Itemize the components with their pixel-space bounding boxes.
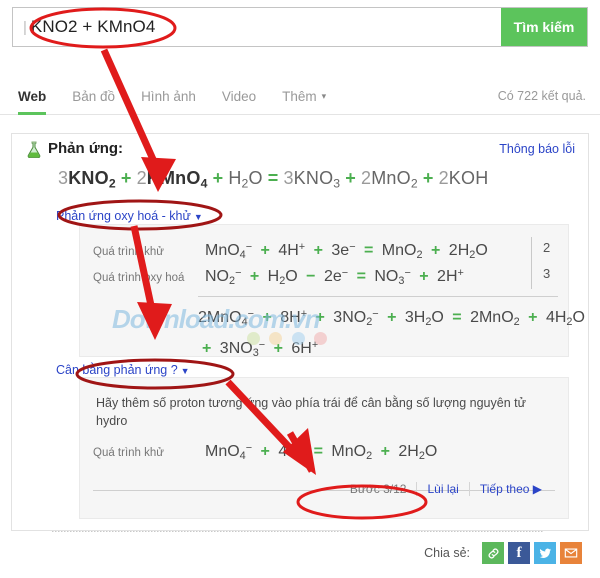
multiplier-oxidation: 3 [543, 266, 551, 281]
back-button[interactable]: Lùi lại [417, 482, 468, 496]
plus-3: + [345, 168, 357, 188]
chevron-down-icon: ▾ [321, 90, 327, 101]
tab-web-label: Web [18, 88, 47, 104]
coef-kmno4: 2 [136, 168, 147, 188]
tab-video-label: Video [221, 88, 257, 104]
tab-web[interactable]: Web [18, 78, 47, 115]
balance-row-equation: MnO4− + 4H+ = MnO2 + 2H2O [205, 442, 438, 462]
twitter-icon[interactable] [534, 542, 556, 564]
reaction-card: Phản ứng: Thông báo lỗi 3KNO2 +2KMnO4 + H2O… [11, 133, 589, 531]
chevron-down-icon: ▼ [193, 212, 203, 222]
reaction-card-header: Phản ứng: Thông báo lỗi [12, 134, 588, 164]
step-controls: Bước 3/12 Lùi lại Tiếp theo ▶ [350, 482, 552, 496]
coef-mno2: 2 [361, 168, 372, 188]
formula-kno2: KNO2 [68, 168, 116, 191]
tab-list: Web Bản đồ Hình ảnh Video Thêm ▾ [18, 78, 352, 115]
tab-maps[interactable]: Bản đồ [72, 78, 115, 114]
plus-4: + [422, 168, 434, 188]
share-label: Chia sẻ: [424, 546, 470, 560]
balance-row-label: Quá trình khử [93, 446, 164, 459]
coef-kno3: 3 [283, 168, 294, 188]
tab-more[interactable]: Thêm ▾ [282, 78, 326, 114]
redox-panel: Quá trình khử MnO4− + 4H+ + 3e− = MnO2 +… [79, 224, 585, 359]
step-indicator: Bước 3/12 [349, 482, 407, 496]
tab-images-label: Hình ảnh [141, 88, 196, 104]
search-button[interactable]: Tìm kiếm [501, 8, 587, 46]
email-icon[interactable] [560, 542, 582, 564]
plus-2: + [212, 168, 224, 188]
formula-h2o-left: H2O [228, 168, 263, 191]
page-title: Phản ứng: [48, 140, 124, 157]
multiplier-divider [531, 237, 532, 289]
chevron-down-icon: ▼ [180, 366, 190, 376]
redox-row-oxidation: Quá trình oxy hoá NO2− + H2O − 2e− = NO3… [93, 267, 464, 287]
plus-1: + [120, 168, 132, 188]
sum-divider [198, 296, 558, 297]
formula-mno2: MnO2 [371, 168, 418, 191]
share-row: Chia sẻ: f [424, 542, 582, 564]
search-results-page: | KNO2 + KMnO4 Tìm kiếm Web Bản đồ Hình … [0, 0, 600, 578]
formula-kno3: KNO3 [293, 168, 341, 191]
tab-video[interactable]: Video [222, 78, 256, 114]
formula-koh: KOH [448, 168, 489, 188]
nav-bar: Web Bản đồ Hình ảnh Video Thêm ▾ Có 722 … [0, 78, 600, 115]
flask-icon [27, 141, 41, 158]
search-bar: | KNO2 + KMnO4 Tìm kiếm [12, 7, 588, 47]
link-icon[interactable] [482, 542, 504, 564]
next-button[interactable]: Tiếp theo ▶ [470, 482, 552, 496]
redox-toggle[interactable]: Phản ứng oxy hoá - khử ▼ [56, 209, 203, 223]
redox-row-oxidation-equation: NO2− + H2O − 2e− = NO3− + 2H+ [205, 267, 464, 287]
balance-toggle[interactable]: Cân bằng phản ứng ? ▼ [56, 363, 190, 377]
text-caret-icon: | [23, 18, 27, 36]
redox-sum-equation: 2MnO4− + 8H+ + 3NO2− + 3H2O = 2MnO2 + 4H… [198, 308, 585, 359]
search-input[interactable]: | KNO2 + KMnO4 [13, 8, 501, 46]
balance-toggle-label: Cân bằng phản ứng ? [56, 363, 178, 377]
report-error-link[interactable]: Thông báo lỗi [499, 142, 575, 156]
coef-kno2: 3 [58, 168, 69, 188]
redox-row-reduction-equation: MnO4− + 4H+ + 3e− = MnO2 + 2H2O [205, 241, 488, 261]
equals-sign: = [267, 168, 279, 188]
tab-maps-label: Bản đồ [72, 88, 116, 104]
redox-toggle-label: Phản ứng oxy hoá - khử [56, 209, 191, 223]
tab-images[interactable]: Hình ảnh [141, 78, 196, 114]
main-equation: 3KNO2 +2KMnO4 + H2O = 3KNO3 +2MnO2 +2KOH [58, 168, 488, 190]
balance-panel: Hãy thêm số proton tương ứng vào phía tr… [79, 377, 569, 519]
multiplier-reduction: 2 [543, 240, 551, 255]
redox-row-reduction-label: Quá trình khử [93, 245, 164, 258]
balance-hint: Hãy thêm số proton tương ứng vào phía tr… [96, 396, 526, 428]
result-count: Có 722 kết quả. [497, 89, 586, 103]
search-query-text: KNO2 + KMnO4 [30, 17, 156, 36]
redox-row-reduction: Quá trình khử MnO4− + 4H+ + 3e− = MnO2 +… [93, 241, 488, 261]
balance-row: Quá trình khử MnO4− + 4H+ = MnO2 + 2H2O [93, 442, 437, 462]
facebook-icon[interactable]: f [508, 542, 530, 564]
footer-divider [52, 531, 544, 532]
formula-kmno4: KMnO4 [146, 168, 208, 191]
redox-row-oxidation-label: Quá trình oxy hoá [93, 271, 185, 284]
tab-more-label: Thêm [282, 88, 317, 104]
coef-koh: 2 [438, 168, 449, 188]
